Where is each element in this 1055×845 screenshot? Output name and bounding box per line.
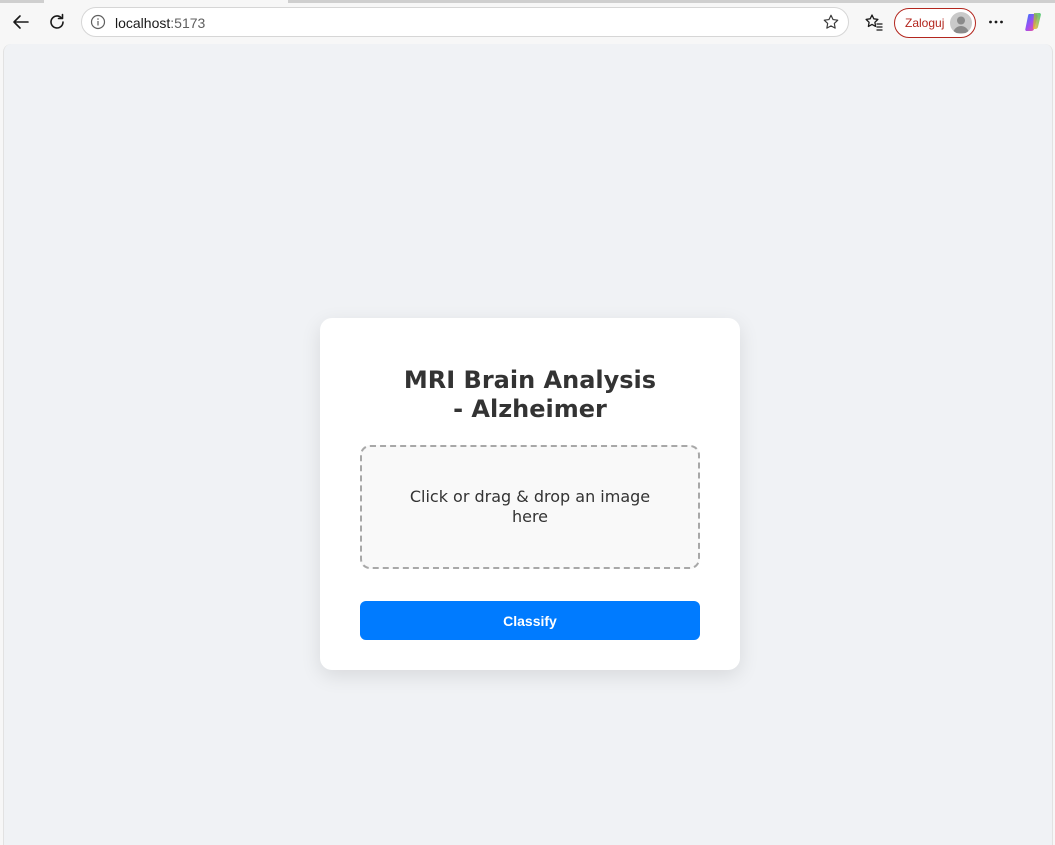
tab-edge-segment: [288, 0, 1055, 3]
info-icon[interactable]: [90, 14, 106, 30]
address-bar[interactable]: localhost:5173: [81, 7, 849, 37]
page-title: MRI Brain Analysis - Alzheimer: [403, 366, 657, 423]
copilot-icon: [1025, 13, 1041, 31]
dropzone-text: Click or drag & drop an image here: [409, 487, 651, 526]
url-text: localhost:5173: [115, 15, 205, 31]
page-viewport: MRI Brain Analysis - Alzheimer Click or …: [3, 44, 1053, 845]
classify-button[interactable]: Classify: [360, 601, 700, 640]
refresh-icon: [50, 13, 64, 29]
favorites-button[interactable]: [859, 7, 889, 37]
refresh-button[interactable]: [42, 7, 72, 37]
favorites-icon: [865, 14, 883, 31]
profile-avatar-icon: [950, 12, 972, 34]
star-icon[interactable]: [822, 13, 840, 31]
more-icon: [989, 20, 1003, 24]
back-arrow-icon: [13, 15, 29, 29]
more-button[interactable]: [981, 7, 1011, 37]
tab-strip-edge: [0, 0, 1055, 3]
copilot-button[interactable]: [1019, 7, 1049, 37]
tab-edge-segment: [0, 0, 44, 3]
url-host: localhost: [115, 15, 171, 31]
browser-toolbar: localhost:5173 Zaloguj: [0, 0, 1055, 44]
back-button[interactable]: [6, 7, 36, 37]
image-dropzone[interactable]: Click or drag & drop an image here: [360, 445, 700, 569]
signin-label: Zaloguj: [905, 16, 945, 30]
signin-button[interactable]: Zaloguj: [894, 8, 976, 38]
url-port: :5173: [170, 15, 206, 31]
classifier-card: MRI Brain Analysis - Alzheimer Click or …: [320, 318, 740, 670]
